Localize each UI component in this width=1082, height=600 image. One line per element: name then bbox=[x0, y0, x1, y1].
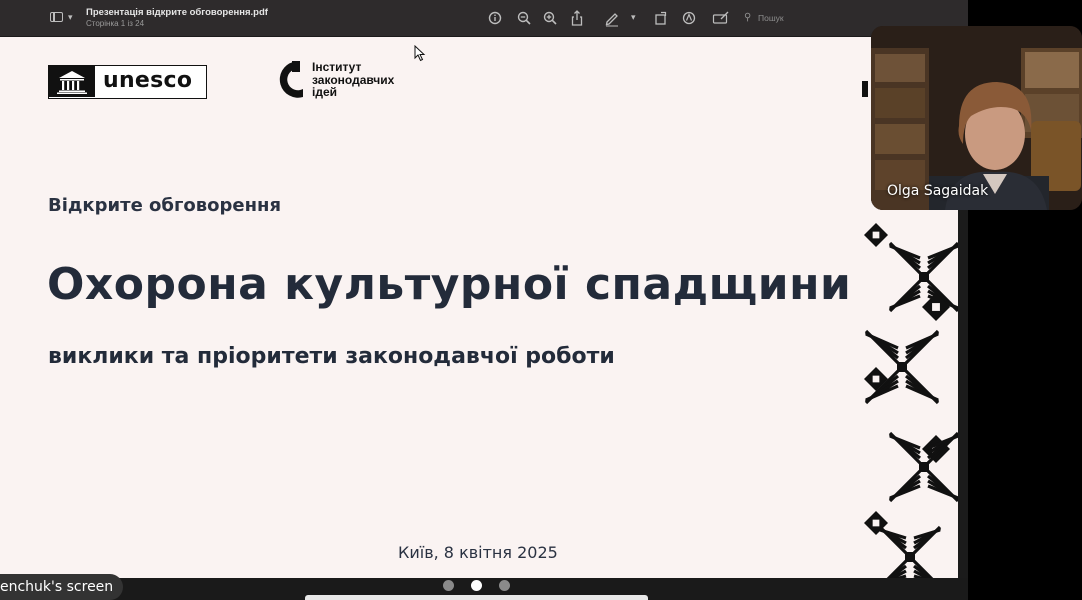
mouse-cursor-icon bbox=[414, 45, 426, 62]
ornament-top-mark bbox=[862, 81, 868, 97]
annotate-icon[interactable] bbox=[712, 9, 730, 27]
markup-circle-icon[interactable] bbox=[682, 9, 696, 27]
rotate-icon[interactable] bbox=[654, 9, 668, 27]
participant-name: Olga Sagaidak bbox=[887, 183, 989, 199]
unesco-wordmark: unesco bbox=[103, 68, 193, 93]
zoom-out-icon[interactable] bbox=[517, 9, 531, 27]
page-dot[interactable] bbox=[443, 580, 454, 591]
share-icon[interactable] bbox=[570, 9, 584, 27]
slide-kicker: Відкрите обговорення bbox=[48, 195, 282, 216]
search-field[interactable]: ⚲ bbox=[742, 10, 942, 26]
ornament-diamond bbox=[864, 223, 888, 247]
presentation-slide: unesco Інститут законодавчих ідей Відкри… bbox=[0, 37, 958, 578]
search-input[interactable] bbox=[758, 10, 938, 26]
ornament-star bbox=[878, 525, 942, 578]
shared-screen: ▾ Презентація відкрите обговорення.pdf С… bbox=[0, 0, 968, 600]
slide-title: Охорона культурної спадщини bbox=[47, 259, 852, 310]
page-status: Сторінка 1 із 24 bbox=[86, 19, 145, 28]
viewer-toolbar: ▾ Презентація відкрите обговорення.pdf С… bbox=[0, 0, 968, 37]
search-icon: ⚲ bbox=[744, 12, 752, 23]
institute-logo: Інститут законодавчих ідей bbox=[279, 61, 409, 103]
markup-pen-icon[interactable] bbox=[604, 9, 620, 27]
chevron-down-icon[interactable]: ▾ bbox=[68, 9, 73, 27]
ornament-star bbox=[888, 241, 958, 313]
document-title: Презентація відкрите обговорення.pdf bbox=[86, 7, 268, 18]
slide-subtitle: виклики та пріоритети законодавчої робот… bbox=[48, 344, 615, 369]
slide-date: Київ, 8 квітня 2025 bbox=[398, 543, 558, 562]
ornament-star bbox=[888, 431, 958, 503]
ornament-star bbox=[864, 329, 940, 405]
screen-share-label: enchuk's screen bbox=[0, 574, 124, 600]
page-dot[interactable] bbox=[499, 580, 510, 591]
institute-emblem-icon bbox=[279, 61, 303, 98]
share-control-strip[interactable] bbox=[305, 595, 648, 600]
chevron-down-icon[interactable]: ▾ bbox=[631, 9, 636, 27]
institute-wordmark: Інститут законодавчих ідей bbox=[312, 60, 395, 99]
zoom-in-icon[interactable] bbox=[543, 9, 557, 27]
page-dot-active[interactable] bbox=[471, 580, 482, 591]
unesco-temple-icon bbox=[49, 66, 95, 97]
info-icon[interactable] bbox=[488, 9, 502, 27]
unesco-logo: unesco bbox=[48, 65, 207, 99]
sidebar-icon[interactable] bbox=[50, 9, 68, 27]
